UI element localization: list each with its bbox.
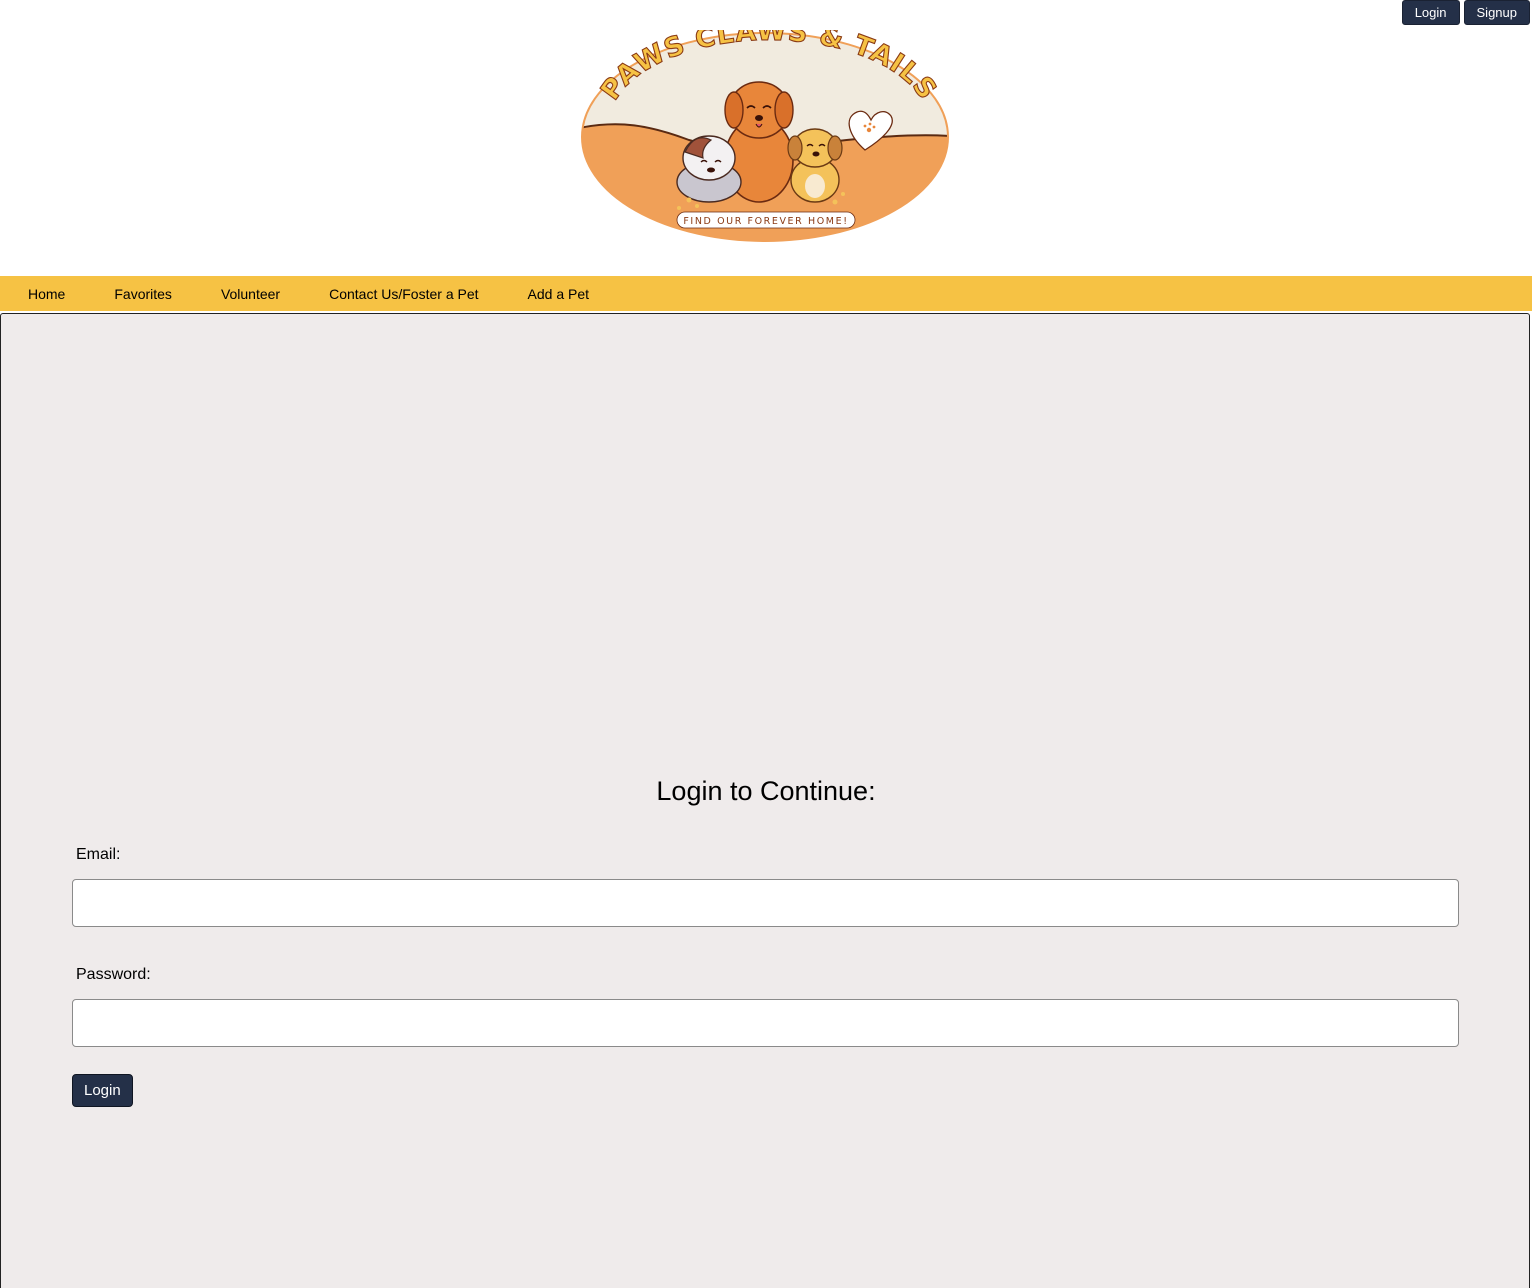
nav-item-favorites[interactable]: Favorites	[114, 286, 172, 302]
email-label: Email:	[76, 846, 121, 863]
main-nav: Home Favorites Volunteer Contact Us/Fost…	[0, 276, 1532, 311]
auth-buttons: Login Signup	[1401, 0, 1530, 25]
nav-item-home[interactable]: Home	[28, 286, 65, 302]
nav-item-volunteer[interactable]: Volunteer	[221, 286, 280, 302]
site-logo[interactable]: PAWS CLAWS & TAILS FIND OUR FOREVER HOME…	[579, 30, 951, 244]
password-label: Password:	[76, 966, 151, 983]
logo-banner-text: FIND OUR FOREVER HOME!	[683, 216, 848, 227]
nav-item-contact-foster[interactable]: Contact Us/Foster a Pet	[329, 286, 478, 302]
header-login-button[interactable]: Login	[1401, 0, 1460, 25]
page: Login Signup PAWS CLAWS & TAILS FIND OUR…	[0, 0, 1532, 1288]
login-submit-button[interactable]: Login	[72, 1074, 133, 1107]
email-field[interactable]	[72, 879, 1459, 927]
password-field[interactable]	[72, 999, 1459, 1047]
header-signup-button[interactable]: Signup	[1463, 0, 1530, 25]
login-title: Login to Continue:	[656, 776, 876, 806]
login-panel: Login to Continue: Email: Password: Logi…	[0, 313, 1530, 1288]
nav-item-add-pet[interactable]: Add a Pet	[528, 286, 590, 302]
